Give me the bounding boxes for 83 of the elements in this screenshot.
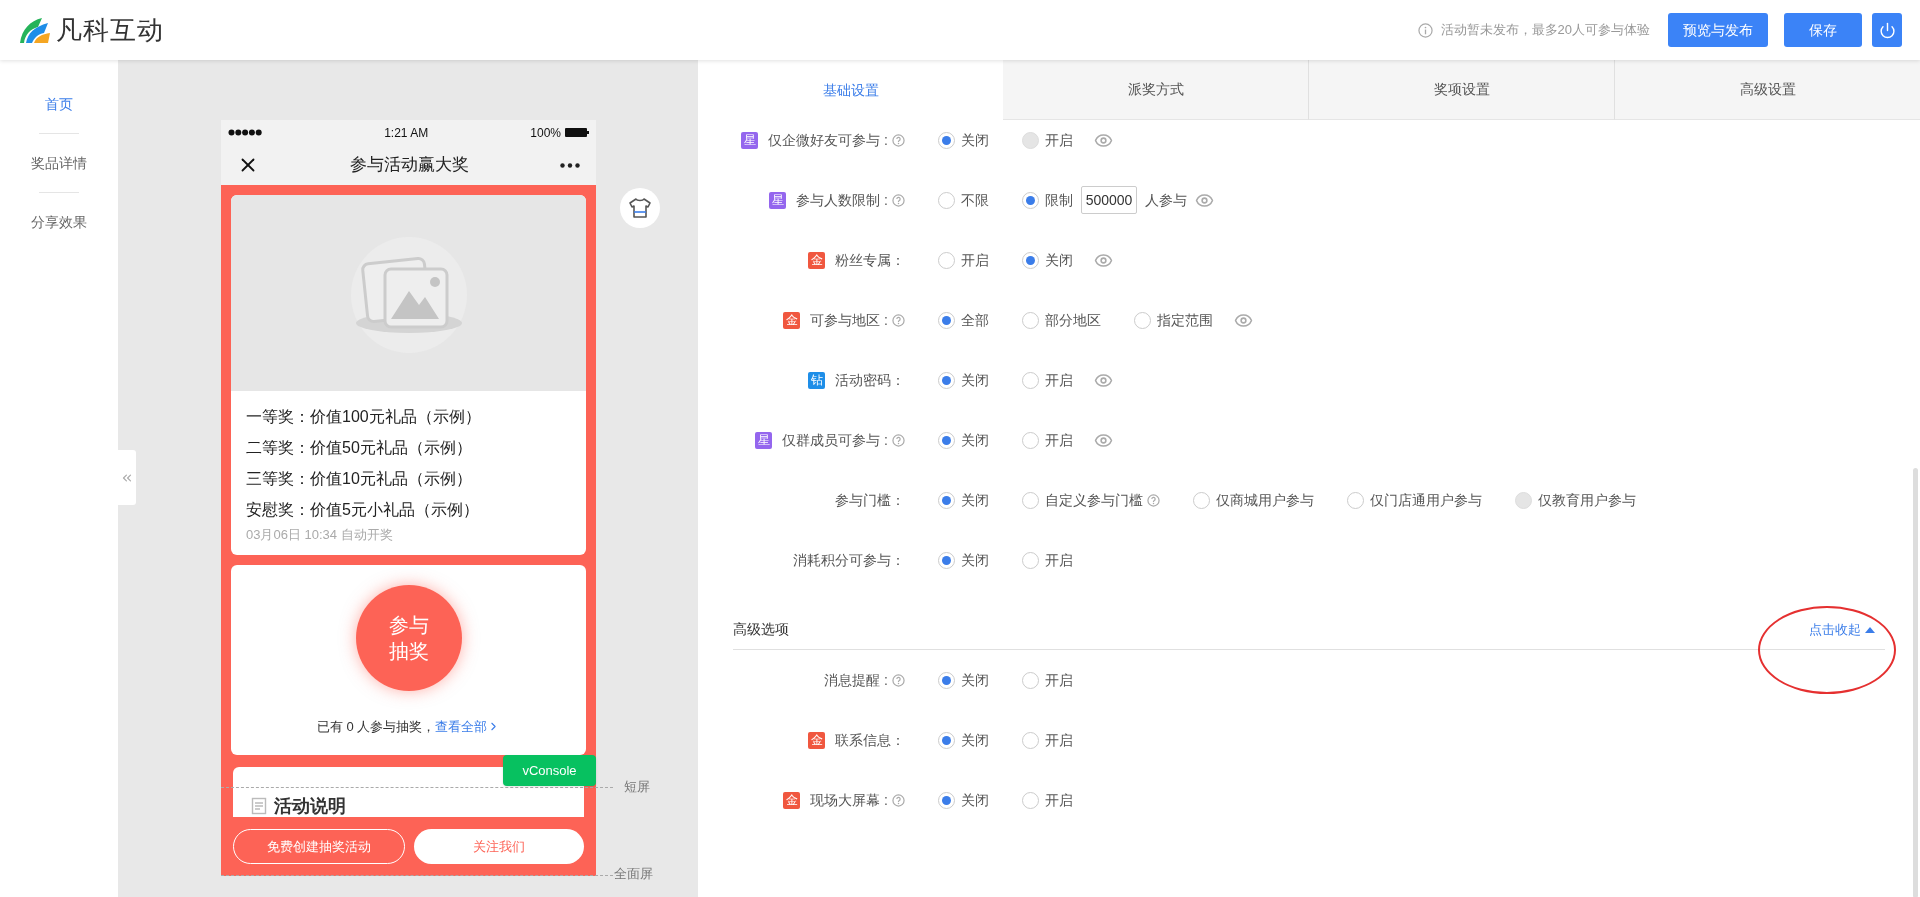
more-icon[interactable] bbox=[560, 162, 580, 168]
status-time: 1:21 AM bbox=[383, 124, 430, 142]
preview-publish-button[interactable]: 预览与发布 bbox=[1668, 13, 1768, 47]
advanced-heading: 高级选项 bbox=[733, 620, 789, 639]
radio-option[interactable]: 关闭 bbox=[938, 789, 989, 811]
radio-option[interactable]: 关闭 bbox=[938, 129, 989, 151]
settings-tab[interactable]: 奖项设置 bbox=[1308, 60, 1614, 120]
level-badge: 金 bbox=[783, 311, 801, 329]
publish-notice: 活动暂未发布，最多20人可参与体验 bbox=[1440, 21, 1650, 40]
prize-line: 一等奖：价值100元礼品（示例） bbox=[246, 407, 482, 427]
section-title: 活动说明 bbox=[274, 795, 346, 817]
limit-field[interactable]: 500000 bbox=[1081, 186, 1137, 214]
level-badge: 金 bbox=[783, 791, 801, 809]
setting-label: 活动密码： bbox=[835, 370, 905, 390]
document-icon bbox=[251, 797, 269, 815]
page-title: 参与活动赢大奖 bbox=[349, 154, 470, 177]
limit-suffix: 人参与 bbox=[1145, 190, 1187, 210]
setting-label: 参与门槛： bbox=[835, 490, 905, 510]
radio-option[interactable]: 开启 bbox=[1022, 369, 1073, 391]
radio-option[interactable]: 限制 bbox=[1022, 189, 1073, 211]
shirt-theme-button[interactable] bbox=[620, 188, 660, 228]
radio-option[interactable]: 指定范围 bbox=[1134, 309, 1213, 331]
setting-label: 消息提醒 : bbox=[824, 670, 888, 690]
radio-option[interactable]: 开启 bbox=[938, 249, 989, 271]
info-icon bbox=[1417, 22, 1433, 38]
setting-label: 现场大屏幕 : bbox=[810, 790, 888, 810]
radio-option[interactable]: 关闭 bbox=[1022, 249, 1073, 271]
radio-option[interactable]: 关闭 bbox=[938, 369, 989, 391]
sidebar-item[interactable]: 分享效果 bbox=[31, 212, 87, 232]
prize-line: 二等奖：价值50元礼品（示例） bbox=[246, 438, 473, 458]
radio-option[interactable]: 关闭 bbox=[938, 489, 989, 511]
save-button[interactable]: 保存 bbox=[1784, 13, 1862, 47]
setting-label: 可参与地区 : bbox=[810, 310, 888, 330]
logo-icon bbox=[18, 15, 52, 45]
setting-label: 粉丝专属： bbox=[835, 250, 905, 270]
setting-label: 仅企微好友可参与 : bbox=[768, 130, 888, 150]
logo-text: 凡科互动 bbox=[56, 13, 164, 47]
radio-option[interactable]: 开启 bbox=[1022, 789, 1073, 811]
settings-tab[interactable]: 高级设置 bbox=[1614, 60, 1920, 120]
scrollbar-thumb[interactable] bbox=[1913, 468, 1918, 897]
collapse-link[interactable]: 点击收起 bbox=[1809, 619, 1875, 640]
radio-option[interactable]: 仅门店通用户参与 bbox=[1347, 489, 1482, 511]
radio-option[interactable]: 关闭 bbox=[938, 729, 989, 751]
radio-option[interactable]: 不限 bbox=[938, 189, 989, 211]
radio-option[interactable]: 开启 bbox=[1022, 669, 1073, 691]
prize-line: 安慰奖：价值5元小礼品（示例） bbox=[246, 500, 480, 520]
radio-option[interactable]: 关闭 bbox=[938, 549, 989, 571]
power-icon bbox=[1878, 21, 1896, 39]
level-badge: 金 bbox=[808, 251, 825, 269]
radio-option[interactable]: 关闭 bbox=[938, 429, 989, 451]
screen-mark-label: 全面屏 bbox=[614, 865, 653, 883]
participant-count: 已有 0 人参与抽奖， bbox=[316, 718, 436, 736]
sidebar-item[interactable]: 首页 bbox=[45, 94, 73, 114]
collapse-tab[interactable] bbox=[118, 450, 136, 505]
radio-option[interactable]: 部分地区 bbox=[1022, 309, 1101, 331]
settings-tab[interactable]: 派奖方式 bbox=[1003, 60, 1308, 120]
draw-time: 03月06日 10:34 自动开奖 bbox=[246, 526, 394, 544]
shirt-icon bbox=[628, 197, 652, 219]
setting-label: 联系信息： bbox=[835, 730, 905, 750]
radio-option[interactable]: 仅商城用户参与 bbox=[1193, 489, 1314, 511]
setting-label: 消耗积分可参与： bbox=[793, 550, 905, 570]
battery-percent: 100% bbox=[530, 124, 561, 142]
setting-label: 仅群成员可参与 : bbox=[782, 430, 888, 450]
prize-line: 三等奖：价值10元礼品（示例） bbox=[246, 469, 473, 489]
signal-icon bbox=[228, 129, 262, 136]
battery-icon bbox=[565, 128, 589, 137]
level-badge: 星 bbox=[769, 191, 787, 209]
caret-up-icon bbox=[1865, 626, 1875, 633]
radio-option[interactable]: 关闭 bbox=[938, 669, 989, 691]
setting-label: 参与人数限制 : bbox=[796, 190, 888, 210]
power-button[interactable] bbox=[1872, 13, 1902, 47]
radio-option[interactable]: 开启 bbox=[1022, 729, 1073, 751]
level-badge: 金 bbox=[808, 731, 825, 749]
level-badge: 星 bbox=[741, 131, 759, 149]
radio-option[interactable]: 全部 bbox=[938, 309, 989, 331]
level-badge: 钻 bbox=[808, 371, 825, 389]
level-badge: 星 bbox=[755, 431, 773, 449]
radio-option[interactable]: 开启 bbox=[1022, 549, 1073, 571]
screen-mark-label: 短屏 bbox=[624, 778, 650, 796]
view-all-link[interactable]: 查看全部 bbox=[435, 717, 501, 737]
sidebar-item[interactable]: 奖品详情 bbox=[31, 153, 87, 173]
radio-option[interactable]: 自定义参与门槛 bbox=[1022, 489, 1143, 511]
radio-option[interactable]: 开启 bbox=[1022, 429, 1073, 451]
